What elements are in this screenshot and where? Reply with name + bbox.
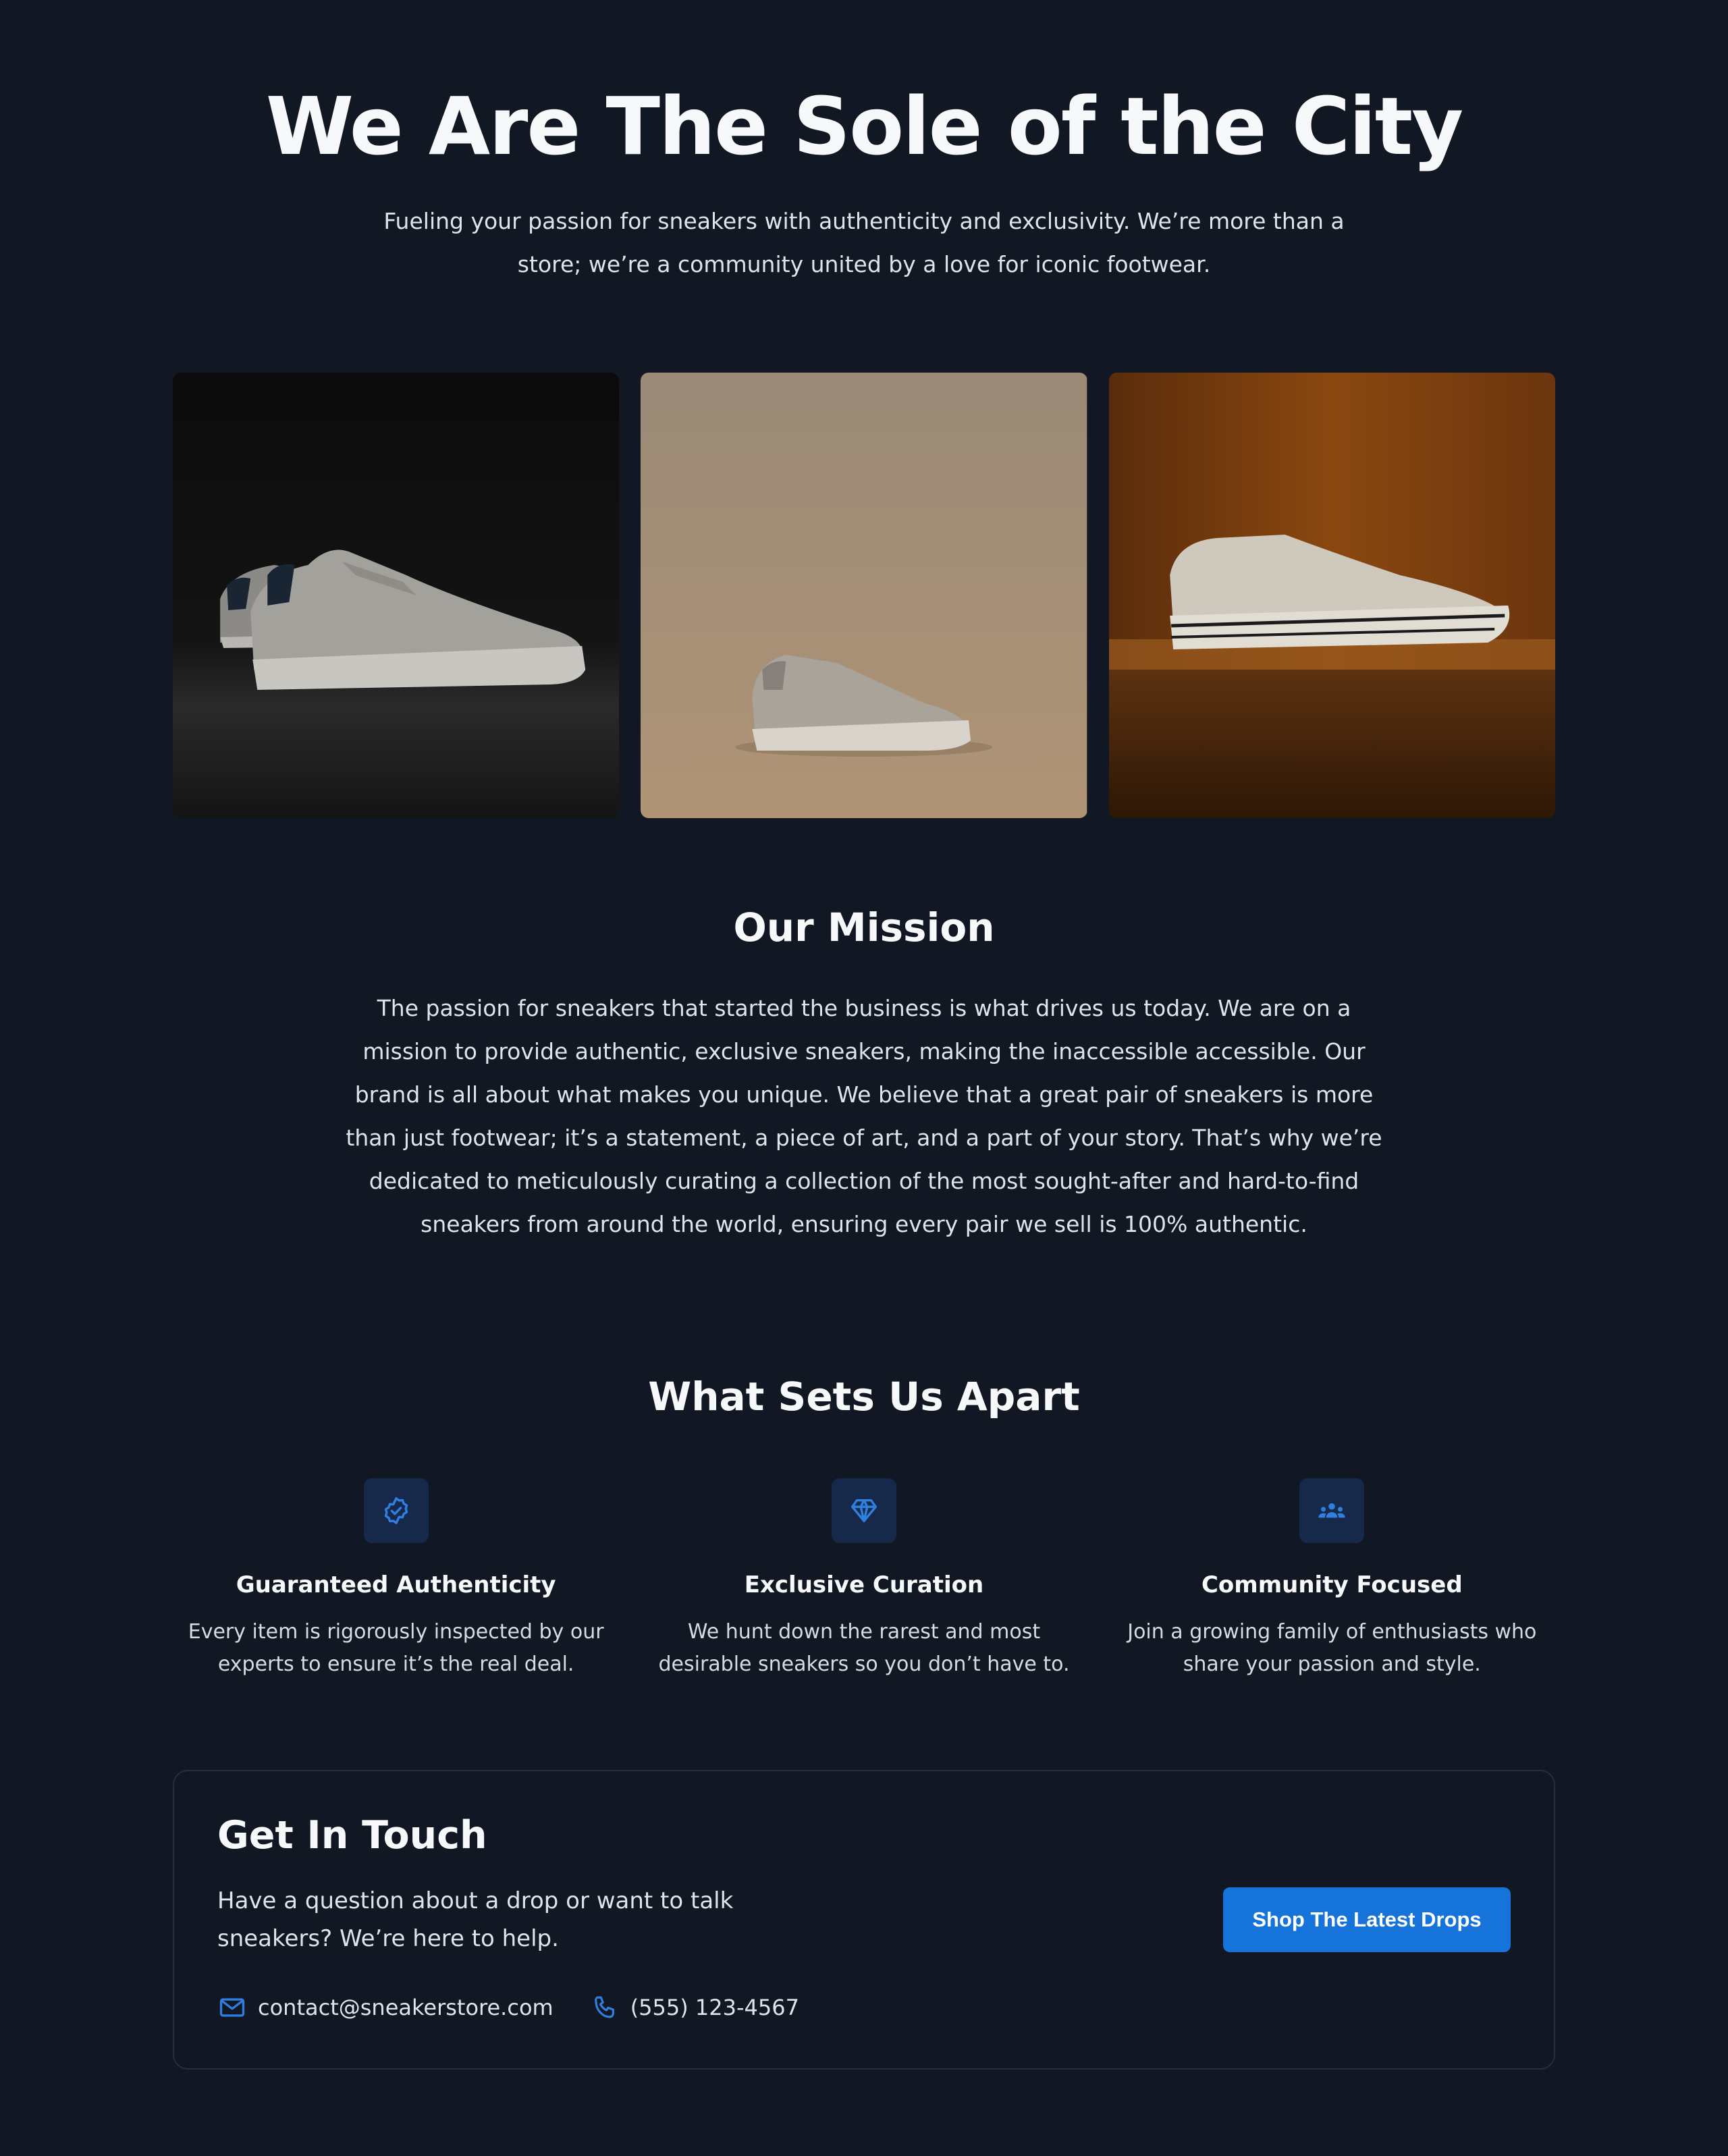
mail-icon: [219, 1998, 245, 2017]
diamond-icon: [851, 1499, 877, 1523]
contact-card: Get In Touch Have a question about a dro…: [173, 1770, 1555, 2070]
feature-title: Exclusive Curation: [744, 1571, 984, 1598]
mission-text: The passion for sneakers that started th…: [346, 995, 1382, 1237]
contact-title: Get In Touch: [217, 1813, 487, 1858]
feature-curation: Exclusive Curation We hunt down the rare…: [641, 1478, 1087, 1681]
sneaker-photo-beige: [641, 373, 1087, 818]
contact-info: contact@sneakerstore.com (555) 123-4567: [217, 1993, 799, 2022]
hero-title: We Are The Sole of the City: [265, 80, 1463, 173]
feature-text: We hunt down the rarest and most desirab…: [658, 1620, 1070, 1676]
feature-icon-tile: [1299, 1478, 1365, 1543]
feature-community: Community Focused Join a growing family …: [1109, 1478, 1555, 1681]
feature-text: Join a growing family of enthusiasts who…: [1127, 1620, 1537, 1676]
phone-icon: [594, 1996, 614, 2018]
people-group-icon: [1318, 1503, 1346, 1518]
sneaker-photo-wood: [1108, 373, 1555, 818]
sneaker-photo-dark: [173, 373, 620, 818]
feature-icon-tile: [363, 1478, 429, 1543]
shop-latest-drops-button[interactable]: Shop The Latest Drops: [1223, 1887, 1511, 1952]
phone-link[interactable]: (555) 123-4567: [630, 1995, 799, 2020]
sneaker-gallery: [173, 373, 1555, 818]
feature-title: Community Focused: [1201, 1571, 1463, 1598]
apart-title: What Sets Us Apart: [648, 1374, 1080, 1420]
contact-description: Have a question about a drop or want to …: [217, 1887, 734, 1952]
features-list: Guaranteed Authenticity Every item is ri…: [173, 1478, 1555, 1681]
feature-text: Every item is rigorously inspected by ou…: [188, 1620, 604, 1676]
feature-authenticity: Guaranteed Authenticity Every item is ri…: [173, 1478, 619, 1681]
feature-icon-tile: [831, 1478, 896, 1543]
badge-check-icon: [384, 1497, 408, 1524]
hero-subtitle: Fueling your passion for sneakers with a…: [383, 208, 1345, 277]
feature-title: Guaranteed Authenticity: [236, 1571, 556, 1598]
email-link[interactable]: contact@sneakerstore.com: [258, 1995, 554, 2020]
mission-title: Our Mission: [733, 905, 995, 950]
